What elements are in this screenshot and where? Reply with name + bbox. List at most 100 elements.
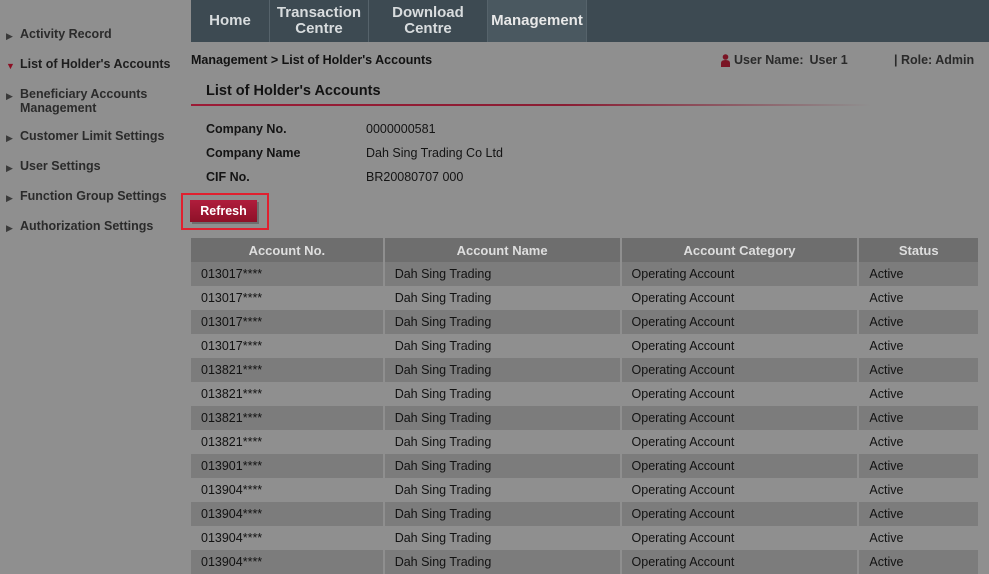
cell-account-category: Operating Account	[620, 430, 860, 454]
sidebar-item-user-settings[interactable]: ▶ User Settings	[0, 159, 185, 175]
table-row[interactable]: 013821**** Dah Sing Trading Operating Acco…	[191, 406, 980, 430]
cell-account-name: Dah Sing Trading	[383, 358, 622, 382]
table-row[interactable]: 013904**** Dah Sing Trading Operating Acco…	[191, 550, 980, 574]
cell-account-category: Operating Account	[620, 358, 860, 382]
cell-account-no: 013904****	[191, 526, 385, 550]
cell-account-no: 013017****	[191, 310, 385, 334]
sidebar-item-authorization-settings[interactable]: ▶ Authorization Settings	[0, 219, 185, 235]
cell-account-category: Operating Account	[620, 310, 860, 334]
cell-status: Active	[858, 310, 980, 334]
table-row[interactable]: 013821**** Dah Sing Trading Operating Acco…	[191, 382, 980, 406]
cell-account-name: Dah Sing Trading	[383, 478, 622, 502]
company-name-label: Company Name	[206, 146, 301, 160]
cell-status: Active	[858, 454, 980, 478]
cell-account-category: Operating Account	[620, 382, 860, 406]
tab-label: Home	[209, 12, 251, 29]
sidebar-item-label: Function Group Settings	[20, 189, 167, 203]
table-row[interactable]: 013017**** Dah Sing Trading Operating Acco…	[191, 310, 980, 334]
table-header-row: Account No. Account Name Account Categor…	[191, 238, 980, 262]
refresh-highlight: Refresh	[181, 193, 269, 230]
table-row[interactable]: 013017**** Dah Sing Trading Operating Acco…	[191, 334, 980, 358]
top-nav: Home Transaction Centre Download Centre …	[191, 0, 989, 42]
cell-account-name: Dah Sing Trading	[383, 502, 622, 526]
sidebar-item-label: User Settings	[20, 159, 101, 173]
cell-account-name: Dah Sing Trading	[383, 454, 622, 478]
cell-account-category: Operating Account	[620, 334, 860, 358]
cell-status: Active	[858, 430, 980, 454]
tab-label-line: Download	[392, 4, 464, 21]
user-role: | Role: Admin	[894, 53, 975, 67]
cell-account-name: Dah Sing Trading	[383, 262, 622, 286]
tab-transaction-centre[interactable]: Transaction Centre	[270, 0, 369, 42]
cif-no-label: CIF No.	[206, 170, 250, 184]
cell-account-no: 013904****	[191, 502, 385, 526]
tab-label-line: Transaction	[276, 4, 362, 21]
cell-status: Active	[858, 502, 980, 526]
sidebar-item-label: List of Holder's Accounts	[20, 57, 171, 71]
column-header-status[interactable]: Status	[858, 238, 980, 262]
table-row[interactable]: 013904**** Dah Sing Trading Operating Acco…	[191, 478, 980, 502]
sidebar-item-label: Activity Record	[20, 27, 112, 41]
cell-status: Active	[858, 334, 980, 358]
cell-account-category: Operating Account	[620, 502, 860, 526]
tab-management[interactable]: Management	[488, 0, 587, 42]
sidebar-item-label: Authorization Settings	[20, 219, 154, 233]
sidebar-item-customer-limit-settings[interactable]: ▶ Customer Limit Settings	[0, 129, 185, 145]
cell-account-category: Operating Account	[620, 526, 860, 550]
tab-label-line: Centre	[295, 20, 343, 37]
column-header-account-name[interactable]: Account Name	[383, 238, 622, 262]
user-icon	[721, 53, 730, 67]
cell-account-no: 013901****	[191, 454, 385, 478]
page-title: List of Holder's Accounts	[206, 83, 381, 99]
caret-right-icon: ▶	[6, 193, 13, 203]
caret-right-icon: ▶	[6, 223, 13, 233]
title-divider	[191, 104, 871, 106]
company-name-value: Dah Sing Trading Co Ltd	[366, 146, 503, 160]
table-row[interactable]: 013821**** Dah Sing Trading Operating Acco…	[191, 358, 980, 382]
sidebar-item-beneficiary-accounts-management[interactable]: ▶ Beneficiary Accounts Management	[0, 87, 185, 115]
cell-account-name: Dah Sing Trading	[383, 526, 622, 550]
refresh-button[interactable]: Refresh	[190, 200, 257, 222]
accounts-table: Account No. Account Name Account Categor…	[191, 238, 980, 574]
tab-label: Management	[491, 12, 583, 29]
table-row[interactable]: 013017**** Dah Sing Trading Operating Acco…	[191, 286, 980, 310]
sidebar: ▶ Activity Record ▼ List of Holder's Acc…	[0, 27, 185, 249]
table-row[interactable]: 013904**** Dah Sing Trading Operating Acco…	[191, 526, 980, 550]
column-header-account-category[interactable]: Account Category	[620, 238, 860, 262]
user-name-value: User 1	[809, 53, 848, 67]
table-row[interactable]: 013821**** Dah Sing Trading Operating Acco…	[191, 430, 980, 454]
cell-account-category: Operating Account	[620, 550, 860, 574]
cell-account-name: Dah Sing Trading	[383, 406, 622, 430]
company-no-value: 0000000581	[366, 122, 436, 136]
cell-status: Active	[858, 550, 980, 574]
cell-account-category: Operating Account	[620, 478, 860, 502]
breadcrumb: Management > List of Holder's Accounts	[191, 53, 433, 67]
sidebar-item-function-group-settings[interactable]: ▶ Function Group Settings	[0, 189, 185, 205]
tab-label: Download Centre	[392, 5, 464, 37]
column-header-account-no[interactable]: Account No.	[191, 238, 385, 262]
cell-account-no: 013904****	[191, 550, 385, 574]
cell-account-category: Operating Account	[620, 454, 860, 478]
cell-account-name: Dah Sing Trading	[383, 382, 622, 406]
sidebar-item-activity-record[interactable]: ▶ Activity Record	[0, 27, 185, 43]
user-info: User Name: User 1	[721, 53, 848, 67]
cell-status: Active	[858, 478, 980, 502]
caret-right-icon: ▶	[6, 91, 13, 101]
tab-download-centre[interactable]: Download Centre	[369, 0, 488, 42]
cif-no-value: BR20080707 000	[366, 170, 464, 184]
tab-label: Transaction Centre	[277, 5, 361, 37]
tab-home[interactable]: Home	[191, 0, 270, 42]
cell-status: Active	[858, 262, 980, 286]
cell-account-category: Operating Account	[620, 286, 860, 310]
caret-right-icon: ▶	[6, 31, 13, 41]
cell-account-no: 013821****	[191, 406, 385, 430]
cell-account-name: Dah Sing Trading	[383, 310, 622, 334]
company-no-label: Company No.	[206, 122, 287, 136]
sidebar-item-list-of-holders-accounts[interactable]: ▼ List of Holder's Accounts	[0, 57, 185, 73]
table-row[interactable]: 013901**** Dah Sing Trading Operating Acco…	[191, 454, 980, 478]
table-row[interactable]: 013904**** Dah Sing Trading Operating Acco…	[191, 502, 980, 526]
cell-account-name: Dah Sing Trading	[383, 286, 622, 310]
cell-account-no: 013017****	[191, 262, 385, 286]
table-row[interactable]: 013017**** Dah Sing Trading Operating Acco…	[191, 262, 980, 286]
cell-status: Active	[858, 406, 980, 430]
